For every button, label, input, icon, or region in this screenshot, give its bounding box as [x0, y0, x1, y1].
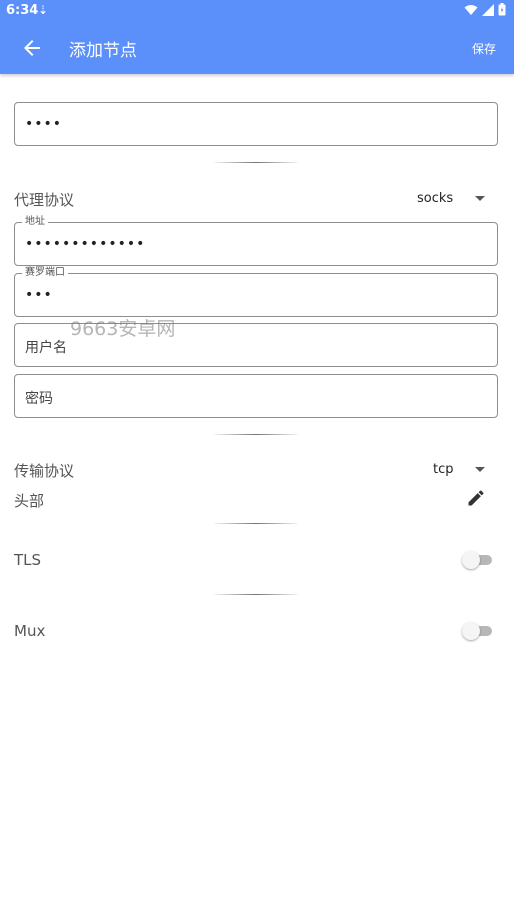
port-field[interactable]: 赛罗端口 •••: [14, 267, 498, 317]
status-icons: [464, 3, 506, 16]
divider: [214, 434, 298, 435]
password-field[interactable]: 密码: [14, 374, 498, 418]
battery-icon: [498, 3, 506, 16]
password-placeholder: 密码: [25, 391, 53, 407]
save-button[interactable]: 保存: [472, 40, 496, 57]
transport-protocol-select[interactable]: tcp: [433, 462, 454, 477]
toggle-thumb: [462, 622, 480, 640]
signal-icon: [482, 3, 494, 16]
address-label: 地址: [22, 216, 48, 228]
chevron-down-icon[interactable]: [475, 467, 485, 472]
page-title: 添加节点: [69, 41, 137, 61]
wifi-icon: [464, 4, 478, 15]
status-bar: 6:34 ⇣: [0, 0, 514, 22]
header-label: 头部: [14, 492, 45, 510]
divider: [214, 162, 298, 163]
proxy-protocol-select[interactable]: socks: [417, 191, 453, 206]
toggle-thumb: [462, 551, 480, 569]
divider: [214, 594, 298, 595]
status-time: 6:34: [6, 3, 39, 18]
transport-protocol-label: 传输协议: [14, 462, 75, 480]
mux-label: Mux: [14, 622, 46, 640]
app-bar: 添加节点 保存: [0, 22, 514, 74]
address-value: •••••••••••••: [25, 236, 146, 252]
mux-toggle[interactable]: [462, 622, 492, 640]
remarks-field[interactable]: ••••: [14, 102, 498, 146]
tls-toggle[interactable]: [462, 551, 492, 569]
remarks-value: ••••: [25, 116, 63, 132]
watermark: 9663安卓网: [70, 318, 176, 340]
pencil-edit-icon[interactable]: [466, 488, 486, 508]
address-field[interactable]: 地址 •••••••••••••: [14, 216, 498, 266]
arrow-left-icon[interactable]: [20, 36, 44, 60]
port-label: 赛罗端口: [22, 267, 68, 279]
username-placeholder: 用户名: [25, 340, 67, 356]
port-value: •••: [25, 287, 53, 303]
proxy-protocol-label: 代理协议: [14, 191, 75, 209]
divider: [214, 523, 298, 524]
chevron-down-icon[interactable]: [475, 196, 485, 201]
download-notification-icon: ⇣: [38, 3, 49, 17]
tls-label: TLS: [14, 551, 42, 569]
